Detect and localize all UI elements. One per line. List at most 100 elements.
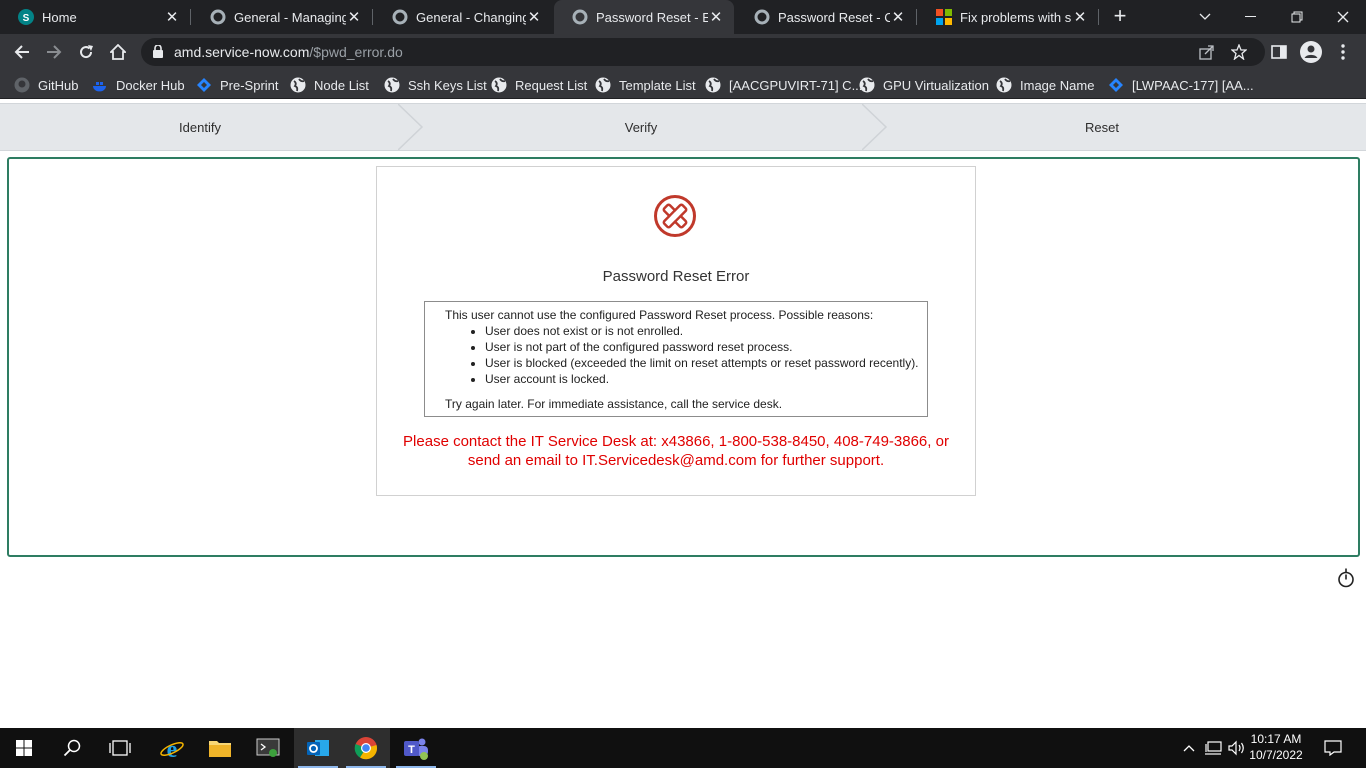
globe-icon (859, 77, 875, 93)
new-tab-button[interactable]: + (1108, 5, 1132, 29)
bookmark-aacgpuvirt-71[interactable]: [AACGPUVIRT-71] C... (705, 75, 862, 95)
bookmark-image-name[interactable]: Image Name (996, 75, 1094, 95)
teams-icon: T (404, 738, 428, 760)
tab-general-managing[interactable]: General - Managing Yo ✕ (192, 0, 372, 34)
url-host: amd.service-now.com (174, 44, 310, 60)
tab-separator (372, 9, 373, 25)
clock-date: 10/7/2022 (1249, 748, 1303, 762)
url-path: /$pwd_error.do (309, 44, 403, 60)
chrome-icon (354, 737, 378, 760)
globe-icon (996, 77, 1012, 93)
tab-title: Home (42, 9, 77, 25)
contact-line-1: Please contact the IT Service Desk at: x… (403, 433, 949, 450)
tab-home[interactable]: S Home ✕ (0, 0, 190, 34)
task-view-icon (109, 740, 131, 756)
restore-button[interactable] (1274, 0, 1320, 34)
close-icon[interactable]: ✕ (346, 9, 362, 26)
docker-icon (92, 77, 108, 93)
taskbar-chrome[interactable] (342, 728, 390, 768)
window-close-button[interactable] (1320, 0, 1366, 34)
forward-button[interactable] (39, 37, 69, 67)
globe-icon (705, 77, 721, 93)
profile-avatar-icon[interactable] (1298, 39, 1324, 65)
share-icon[interactable] (1199, 44, 1215, 65)
show-hidden-icons-button[interactable] (1180, 728, 1198, 768)
taskbar-edge[interactable]: e (148, 728, 196, 768)
bookmark-label: Docker Hub (116, 77, 185, 93)
bookmark-github[interactable]: GitHub (14, 75, 78, 95)
reload-button[interactable] (71, 37, 101, 67)
bookmark-node-list[interactable]: Node List (290, 75, 369, 95)
search-button[interactable] (48, 728, 96, 768)
bookmark-label: [LWPAAC-177] [AA... (1132, 77, 1254, 93)
close-icon[interactable]: ✕ (1072, 9, 1088, 26)
bookmark-label: [AACGPUVIRT-71] C... (729, 77, 863, 93)
outlook-icon (307, 740, 329, 756)
tab-fix-problems[interactable]: Fix problems with shar ✕ (918, 0, 1098, 34)
system-clock[interactable]: 10:17 AM 10/7/2022 (1246, 731, 1306, 763)
bookmark-gpu-virtualization[interactable]: GPU Virtualization (859, 75, 989, 95)
globe-icon (290, 77, 306, 93)
bookmark-lwpaac-177[interactable]: [LWPAAC-177] [AA... (1108, 75, 1254, 95)
tab-password-reset-error[interactable]: Password Reset - Error ✕ (554, 0, 734, 34)
bookmark-docker-hub[interactable]: Docker Hub (92, 75, 185, 95)
sharepoint-icon: S (18, 9, 34, 25)
bookmark-pre-sprint[interactable]: Pre-Sprint (196, 75, 279, 95)
windows-taskbar: e T 10:17 AM 10/7/2022 (0, 728, 1366, 768)
internet-explorer-icon: e (160, 737, 184, 760)
address-bar[interactable]: amd.service-now.com/$pwd_error.do (141, 38, 1265, 66)
reason-item: User account is locked. (485, 371, 927, 387)
close-icon[interactable]: ✕ (526, 9, 542, 26)
folder-icon (209, 741, 231, 757)
tab-title: Password Reset - Chan (778, 9, 890, 25)
taskbar-snipping-tool[interactable] (244, 728, 292, 768)
notification-icon (1324, 740, 1342, 756)
timer-icon[interactable] (1337, 568, 1355, 588)
volume-icon (1228, 740, 1244, 756)
close-icon[interactable]: ✕ (708, 9, 724, 26)
browser-menu-icon[interactable] (1330, 39, 1356, 65)
step-reset: Reset (1085, 119, 1119, 135)
home-button[interactable] (103, 37, 133, 67)
lock-icon[interactable] (153, 44, 163, 63)
taskbar-outlook[interactable] (294, 728, 342, 768)
action-center-button[interactable] (1320, 728, 1346, 768)
close-icon[interactable]: ✕ (164, 9, 180, 26)
svg-text:T: T (408, 744, 415, 756)
volume-tray-button[interactable] (1226, 728, 1248, 768)
bookmark-label: Ssh Keys List (408, 77, 487, 93)
bookmark-request-list[interactable]: Request List (491, 75, 587, 95)
minimize-button[interactable] (1228, 0, 1274, 34)
side-panel-icon[interactable] (1266, 39, 1292, 65)
bookmark-label: Node List (314, 77, 369, 93)
start-button[interactable] (0, 728, 48, 768)
try-again-text: Try again later. For immediate assistanc… (445, 397, 783, 411)
bookmark-label: Template List (619, 77, 696, 93)
bookmark-ssh-keys-list[interactable]: Ssh Keys List (384, 75, 487, 95)
globe-icon (384, 77, 400, 93)
svg-text:S: S (23, 13, 30, 24)
tab-password-reset-change[interactable]: Password Reset - Chan ✕ (736, 0, 916, 34)
error-x-icon (654, 195, 696, 237)
taskbar-teams[interactable]: T (392, 728, 440, 768)
close-icon[interactable]: ✕ (890, 9, 906, 26)
bookmark-star-icon[interactable] (1230, 43, 1248, 65)
jira-icon (196, 77, 212, 93)
browser-tab-strip: S Home ✕ General - Managing Yo ✕ General… (0, 0, 1366, 34)
back-button[interactable] (7, 37, 37, 67)
jira-icon (1108, 77, 1124, 93)
search-icon (63, 739, 81, 757)
step-identify: Identify (179, 119, 221, 135)
snipping-tool-icon (256, 738, 280, 757)
windows-logo-icon (16, 740, 32, 756)
reason-item: User is not part of the configured passw… (485, 339, 927, 355)
bookmark-template-list[interactable]: Template List (595, 75, 696, 95)
network-tray-button[interactable] (1202, 728, 1224, 768)
tab-separator (916, 9, 917, 25)
tab-search-icon[interactable] (1182, 0, 1228, 34)
tab-general-changing[interactable]: General - Changing Yo ✕ (374, 0, 552, 34)
taskbar-file-explorer[interactable] (196, 728, 244, 768)
task-view-button[interactable] (96, 728, 144, 768)
tab-title: General - Managing Yo (234, 9, 346, 25)
bookmark-label: GitHub (38, 77, 79, 93)
